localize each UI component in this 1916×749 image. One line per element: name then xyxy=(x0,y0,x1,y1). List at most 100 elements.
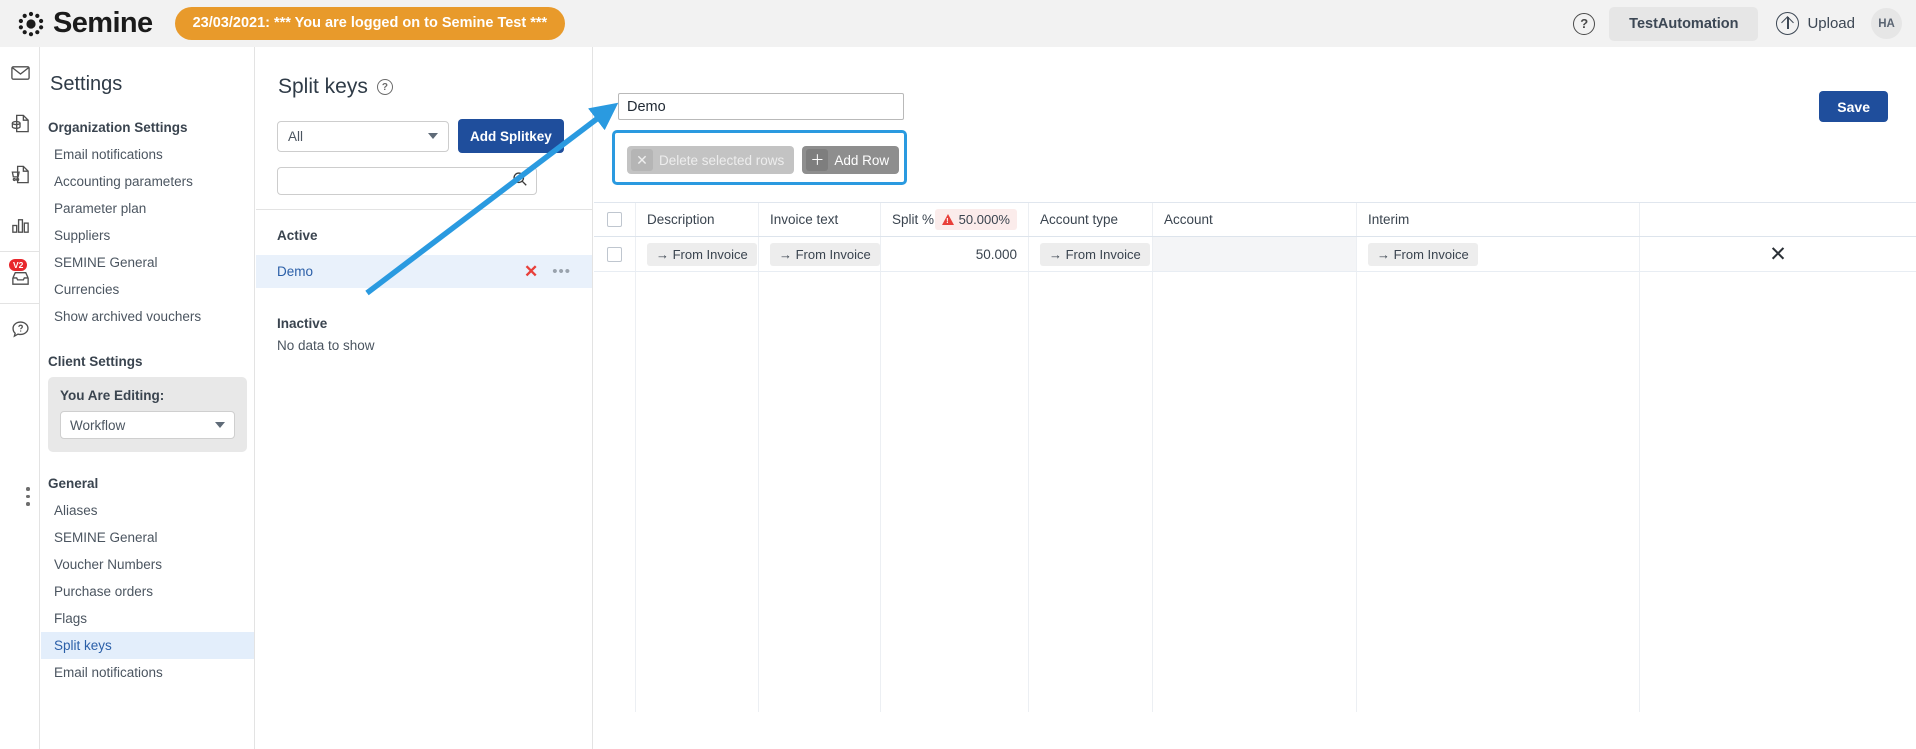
tenant-button[interactable]: TestAutomation xyxy=(1609,6,1759,41)
empty-col-split xyxy=(881,272,1029,712)
split-key-editor: ✕ Delete selected rows ＋ Add Row Save De… xyxy=(594,47,1916,749)
mail-icon[interactable] xyxy=(0,47,40,98)
empty-col-account xyxy=(1153,272,1357,712)
group-general: General xyxy=(48,476,99,491)
more-options-icon[interactable] xyxy=(26,487,30,506)
add-row-label: Add Row xyxy=(834,152,890,168)
cell-split-pct[interactable]: 50.000 xyxy=(881,237,1029,271)
login-banner: 23/03/2021: *** You are logged on to Sem… xyxy=(174,7,566,40)
column-header-interim[interactable]: Interim xyxy=(1357,203,1640,236)
sidebar-item-aliases[interactable]: Aliases xyxy=(41,497,254,524)
split-keys-title: Split keys xyxy=(278,75,368,98)
empty-col-invoice-text xyxy=(759,272,881,712)
active-section-heading: Active xyxy=(277,228,318,243)
close-x-icon: ✕ xyxy=(631,149,653,171)
delete-selected-rows-label: Delete selected rows xyxy=(659,152,785,168)
cell-account xyxy=(1153,237,1357,271)
sidebar-item-flags[interactable]: Flags xyxy=(41,605,254,632)
cell-interim[interactable]: → From Invoice xyxy=(1357,237,1640,271)
split-keys-filter-select[interactable]: All xyxy=(277,120,449,152)
column-header-account[interactable]: Account xyxy=(1153,203,1357,236)
column-header-account-type[interactable]: Account type xyxy=(1029,203,1153,236)
description-value[interactable]: → From Invoice xyxy=(647,242,757,266)
editing-select[interactable]: Workflow xyxy=(60,411,235,439)
help-icon[interactable]: ? xyxy=(1573,12,1596,35)
sidebar-item-suppliers[interactable]: Suppliers xyxy=(41,222,254,249)
empty-col-interim xyxy=(1357,272,1640,712)
split-key-name-input[interactable] xyxy=(618,93,904,120)
inactive-empty-message: No data to show xyxy=(277,338,375,353)
split-total-value: 50.000% xyxy=(958,212,1010,227)
cell-description[interactable]: → From Invoice xyxy=(636,237,759,271)
brand-name: Semine xyxy=(53,7,153,39)
sidebar-item-currencies[interactable]: Currencies xyxy=(41,276,254,303)
ellipsis-icon[interactable]: ••• xyxy=(552,264,571,279)
split-keys-panel: Split keys ? All Add Splitkey Active Dem… xyxy=(256,47,593,749)
brand-logo[interactable]: Semine xyxy=(17,7,153,40)
sidebar-item-purchase-orders[interactable]: Purchase orders xyxy=(41,578,254,605)
group-organization-settings: Organization Settings xyxy=(48,120,188,135)
select-all-checkbox[interactable] xyxy=(607,212,622,227)
add-splitkey-button[interactable]: Add Splitkey xyxy=(458,119,564,153)
search-icon[interactable] xyxy=(512,171,528,192)
split-pct-value: 50.000 xyxy=(975,246,1017,262)
account-type-value[interactable]: → From Invoice xyxy=(1040,242,1150,266)
save-button[interactable]: Save xyxy=(1819,91,1888,122)
split-keys-filter-value: All xyxy=(288,128,304,144)
purchase-icon[interactable] xyxy=(0,149,40,200)
table-row[interactable]: → From Invoice → From Invoice 50.000 → F… xyxy=(594,237,1916,272)
close-x-icon[interactable]: ✕ xyxy=(524,263,538,280)
plus-icon: ＋ xyxy=(806,149,829,171)
question-mark-icon[interactable]: ? xyxy=(376,79,393,95)
split-rows-grid: Description Invoice text Split % 50.000%… xyxy=(594,202,1916,749)
empty-col-description xyxy=(636,272,759,712)
chevron-down-icon xyxy=(215,422,225,428)
sidebar-item-email-notifications-2[interactable]: Email notifications xyxy=(41,659,254,686)
cell-account-type[interactable]: → From Invoice xyxy=(1029,237,1153,271)
chart-icon[interactable] xyxy=(0,200,40,251)
sidebar-item-accounting-parameters[interactable]: Accounting parameters xyxy=(41,168,254,195)
column-header-actions xyxy=(1640,203,1916,236)
sidebar-item-parameter-plan[interactable]: Parameter plan xyxy=(41,195,254,222)
row-checkbox[interactable] xyxy=(607,246,622,262)
split-keys-search xyxy=(277,167,537,195)
sidebar-item-semine-general-2[interactable]: SEMINE General xyxy=(41,524,254,551)
invoice-text-value[interactable]: → From Invoice xyxy=(770,242,880,266)
inbox-badge: V2 xyxy=(9,259,28,272)
page-title: Settings xyxy=(50,73,123,95)
sidebar-item-semine-general[interactable]: SEMINE General xyxy=(41,249,254,276)
group-client-settings: Client Settings xyxy=(48,354,143,369)
icon-rail: V2 xyxy=(0,47,40,749)
grid-toolbar: ✕ Delete selected rows ＋ Add Row xyxy=(616,134,906,186)
upload-button[interactable]: Upload xyxy=(1776,12,1855,35)
inbox-icon[interactable]: V2 xyxy=(0,252,40,303)
column-header-description[interactable]: Description xyxy=(636,203,759,236)
empty-col-account-type xyxy=(1029,272,1153,712)
column-header-split-pct[interactable]: Split % 50.000% xyxy=(881,203,1029,236)
sidebar-item-email-notifications[interactable]: Email notifications xyxy=(41,141,254,168)
interim-value[interactable]: → From Invoice xyxy=(1368,242,1478,266)
split-key-name: Demo xyxy=(277,264,314,279)
cell-invoice-text[interactable]: → From Invoice xyxy=(759,237,881,271)
sidebar-item-split-keys[interactable]: Split keys xyxy=(41,632,254,659)
avatar[interactable]: HA xyxy=(1871,8,1902,39)
settings-sidebar: Settings Organization Settings Email not… xyxy=(41,47,255,749)
upload-label: Upload xyxy=(1807,15,1855,32)
invoice-icon[interactable] xyxy=(0,98,40,149)
add-row-button[interactable]: ＋ Add Row xyxy=(802,146,900,174)
grid-empty-area xyxy=(594,272,1916,712)
close-x-icon[interactable]: ✕ xyxy=(1769,244,1787,265)
sidebar-item-voucher-numbers[interactable]: Voucher Numbers xyxy=(41,551,254,578)
column-header-invoice-text[interactable]: Invoice text xyxy=(759,203,881,236)
help-icon[interactable] xyxy=(0,304,40,355)
header-actions: ? TestAutomation Upload HA xyxy=(1573,6,1902,41)
search-input[interactable] xyxy=(278,168,508,194)
split-keys-controls: All Add Splitkey xyxy=(256,99,592,153)
delete-selected-rows-button[interactable]: ✕ Delete selected rows xyxy=(627,146,795,174)
split-total-badge: 50.000% xyxy=(934,209,1017,230)
column-header-split-label: Split % xyxy=(892,212,935,227)
editing-label: You Are Editing: xyxy=(60,388,165,403)
list-item[interactable]: Demo ✕ ••• xyxy=(256,255,592,288)
grid-header-row: Description Invoice text Split % 50.000%… xyxy=(594,202,1916,237)
sidebar-item-show-archived-vouchers[interactable]: Show archived vouchers xyxy=(41,303,254,330)
